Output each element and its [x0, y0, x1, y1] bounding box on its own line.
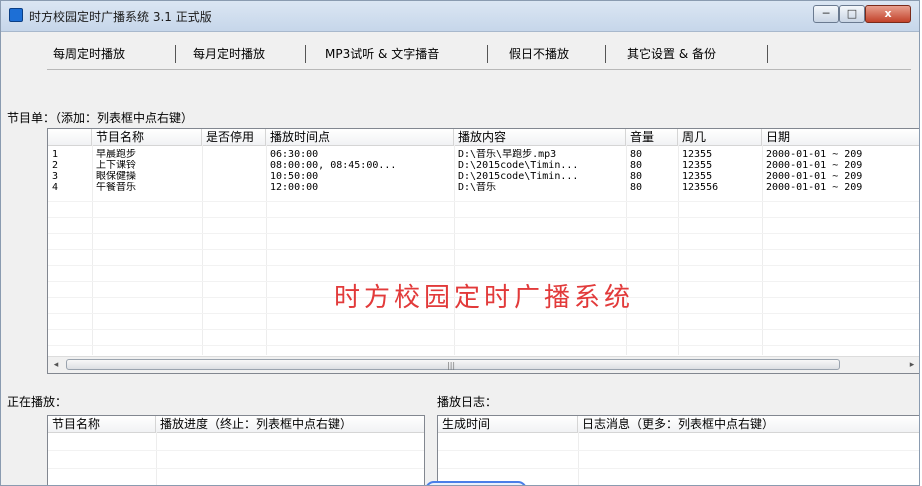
play-log-label: 播放日志： — [437, 395, 498, 409]
tab-monthly[interactable]: 每月定时播放 — [193, 43, 265, 65]
row-date: 2000-01-01 ~ 209 — [766, 171, 863, 182]
app-icon — [9, 8, 23, 22]
row-weekdays: 12355 — [682, 149, 713, 160]
maximize-button[interactable]: □ — [839, 5, 865, 23]
row-name: 早晨跑步 — [96, 149, 136, 160]
row-time: 06:30:00 — [270, 149, 319, 160]
grid-line — [48, 345, 919, 346]
grid-line — [438, 450, 919, 451]
grid-line — [48, 249, 919, 250]
row-content: D:\2015code\Timin... — [458, 171, 579, 182]
window-title: 时方校园定时广播系统 3.1 正式版 — [29, 10, 212, 24]
row-index: 2 — [52, 160, 59, 171]
row-volume: 80 — [630, 149, 643, 160]
grid-line — [438, 468, 919, 469]
row-name: 午餐音乐 — [96, 182, 136, 193]
scroll-thumb[interactable]: ||| — [66, 359, 840, 370]
row-time: 08:00:00, 08:45:00... — [270, 160, 397, 171]
row-index: 4 — [52, 182, 59, 193]
row-index: 1 — [52, 149, 59, 160]
row-volume: 80 — [630, 171, 643, 182]
row-content: D:\音乐\早跑步.mp3 — [458, 149, 557, 160]
row-content: D:\音乐 — [458, 182, 497, 193]
tab-divider — [47, 69, 911, 70]
scroll-right-arrow-icon[interactable]: ▸ — [904, 357, 919, 373]
grid-line — [48, 450, 424, 451]
table-row[interactable]: 3 眼保健操 10:50:00 D:\2015code\Timin... 80 … — [48, 171, 919, 182]
play-log-list[interactable]: 生成时间 日志消息（更多：列表框中点右键） — [437, 415, 919, 485]
tab-holiday[interactable]: 假日不播放 — [509, 43, 569, 65]
row-volume: 80 — [630, 182, 643, 193]
column-header-content[interactable]: 播放内容 — [454, 129, 626, 145]
title-bar[interactable]: 时方校园定时广播系统 3.1 正式版 ─ □ x — [1, 1, 919, 32]
column-header-weekdays[interactable]: 周几 — [678, 129, 762, 145]
grid-line — [156, 432, 157, 485]
row-name: 眼保健操 — [96, 171, 136, 182]
row-volume: 80 — [630, 160, 643, 171]
close-button[interactable]: x — [865, 5, 911, 23]
column-header-progress[interactable]: 播放进度（终止：列表框中点右键） — [156, 416, 424, 432]
play-log-header: 生成时间 日志消息（更多：列表框中点右键） — [438, 416, 919, 433]
row-index: 3 — [52, 171, 59, 182]
row-content: D:\2015code\Timin... — [458, 160, 579, 171]
tab-separator — [175, 45, 176, 63]
row-weekdays: 12355 — [682, 171, 713, 182]
row-time: 10:50:00 — [270, 171, 319, 182]
grid-line — [48, 201, 919, 202]
row-date: 2000-01-01 ~ 209 — [766, 182, 863, 193]
tab-separator — [767, 45, 768, 63]
column-header-volume[interactable]: 音量 — [626, 129, 678, 145]
table-row[interactable]: 4 午餐音乐 12:00:00 D:\音乐 80 123556 2000-01-… — [48, 182, 919, 193]
column-header-log-message[interactable]: 日志消息（更多：列表框中点右键） — [578, 416, 919, 432]
now-playing-header: 节目名称 播放进度（终止：列表框中点右键） — [48, 416, 424, 433]
row-date: 2000-01-01 ~ 209 — [766, 149, 863, 160]
overlay-badge — [425, 481, 527, 485]
row-weekdays: 123556 — [682, 182, 719, 193]
tab-weekly[interactable]: 每周定时播放 — [53, 43, 125, 65]
column-header-time[interactable]: 播放时间点 — [266, 129, 454, 145]
tab-settings-backup[interactable]: 其它设置 & 备份 — [627, 43, 716, 65]
column-header-date[interactable]: 日期 — [762, 129, 919, 145]
column-header-created-time[interactable]: 生成时间 — [438, 416, 578, 432]
watermark-title: 时方校园定时广播系统 — [333, 283, 634, 313]
row-date: 2000-01-01 ~ 209 — [766, 160, 863, 171]
column-header-index[interactable] — [48, 129, 92, 145]
column-header-name[interactable]: 节目名称 — [92, 129, 202, 145]
scroll-grip-icon: ||| — [447, 361, 456, 370]
table-row[interactable]: 1 早晨跑步 06:30:00 D:\音乐\早跑步.mp3 80 12355 2… — [48, 149, 919, 160]
grid-line — [48, 233, 919, 234]
grid-line — [48, 468, 424, 469]
program-list-label: 节目单：（添加：列表框中点右键） — [7, 111, 194, 125]
tab-separator — [605, 45, 606, 63]
tab-separator — [487, 45, 488, 63]
grid-line — [578, 432, 579, 485]
horizontal-scrollbar[interactable]: ◂ ||| ▸ — [48, 356, 919, 373]
tab-separator — [305, 45, 306, 63]
scroll-left-arrow-icon[interactable]: ◂ — [48, 357, 64, 373]
tab-mp3-tts[interactable]: MP3试听 & 文字播音 — [325, 43, 439, 65]
column-header-program-name[interactable]: 节目名称 — [48, 416, 156, 432]
minimize-button[interactable]: ─ — [813, 5, 839, 23]
app-window: 时方校园定时广播系统 3.1 正式版 ─ □ x 每周定时播放 每月定时播放 M… — [0, 0, 920, 486]
row-name: 上下课铃 — [96, 160, 136, 171]
row-time: 12:00:00 — [270, 182, 319, 193]
grid-line — [48, 265, 919, 266]
table-row[interactable]: 2 上下课铃 08:00:00, 08:45:00... D:\2015code… — [48, 160, 919, 171]
program-list-header: 节目名称 是否停用 播放时间点 播放内容 音量 周几 日期 — [48, 129, 919, 146]
now-playing-list[interactable]: 节目名称 播放进度（终止：列表框中点右键） — [47, 415, 425, 485]
column-header-disabled[interactable]: 是否停用 — [202, 129, 266, 145]
now-playing-label: 正在播放： — [7, 395, 68, 409]
row-weekdays: 12355 — [682, 160, 713, 171]
program-list[interactable]: 节目名称 是否停用 播放时间点 播放内容 音量 周几 日期 1 早晨跑步 06:… — [47, 128, 919, 374]
grid-line — [48, 329, 919, 330]
grid-line — [48, 217, 919, 218]
